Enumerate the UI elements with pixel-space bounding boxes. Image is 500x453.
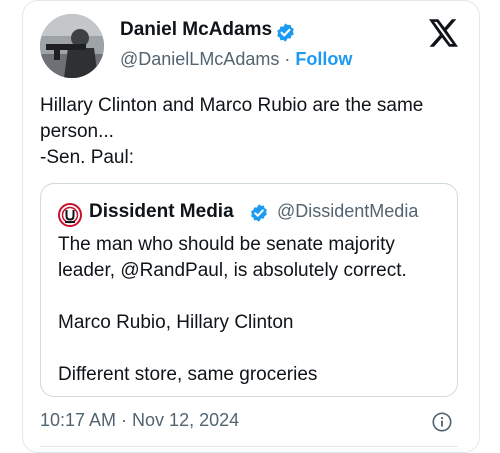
info-icon[interactable] [431, 411, 453, 433]
author-name[interactable]: Daniel McAdams [120, 19, 272, 41]
verified-badge-icon [251, 204, 267, 222]
tweet-text: Hillary Clinton and Marco Rubio are the … [40, 93, 460, 171]
tweet-text-line: person... [40, 121, 114, 142]
follow-button[interactable]: Follow [295, 49, 352, 69]
quoted-text-line [58, 336, 448, 362]
quoted-tweet[interactable]: Dissident Media @DissidentMedia The man … [40, 183, 458, 397]
quoted-text-line: The man who should be senate majority [58, 234, 395, 255]
tweet-text-line: -Sen. Paul: [40, 147, 134, 168]
author-handle[interactable]: @DanielLMcAdams [120, 49, 279, 69]
quoted-author-handle[interactable]: @DissidentMedia [277, 201, 418, 222]
tweet-text-line: Hillary Clinton and Marco Rubio are the … [40, 95, 424, 116]
quoted-text-line: Marco Rubio, Hillary Clinton [58, 312, 294, 333]
tweet-timestamp[interactable]: 10:17 AM · Nov 12, 2024 [40, 410, 239, 431]
avatar-photo [40, 14, 104, 78]
quoted-author-name[interactable]: Dissident Media [89, 201, 234, 223]
quoted-text-line [58, 284, 448, 310]
avatar[interactable] [40, 14, 104, 78]
x-logo-icon[interactable] [429, 19, 459, 47]
verified-badge-icon [277, 23, 294, 42]
handle-separator: · [284, 49, 291, 69]
divider [40, 446, 458, 447]
dissident-media-logo-icon [58, 203, 82, 227]
quoted-text-line: Different store, same groceries [58, 364, 318, 385]
quoted-tweet-text: The man who should be senate majority le… [58, 232, 448, 388]
quoted-text-line: leader, @RandPaul, is absolutely correct… [58, 260, 407, 281]
author-handle-row: @DanielLMcAdams · Follow [120, 49, 352, 70]
